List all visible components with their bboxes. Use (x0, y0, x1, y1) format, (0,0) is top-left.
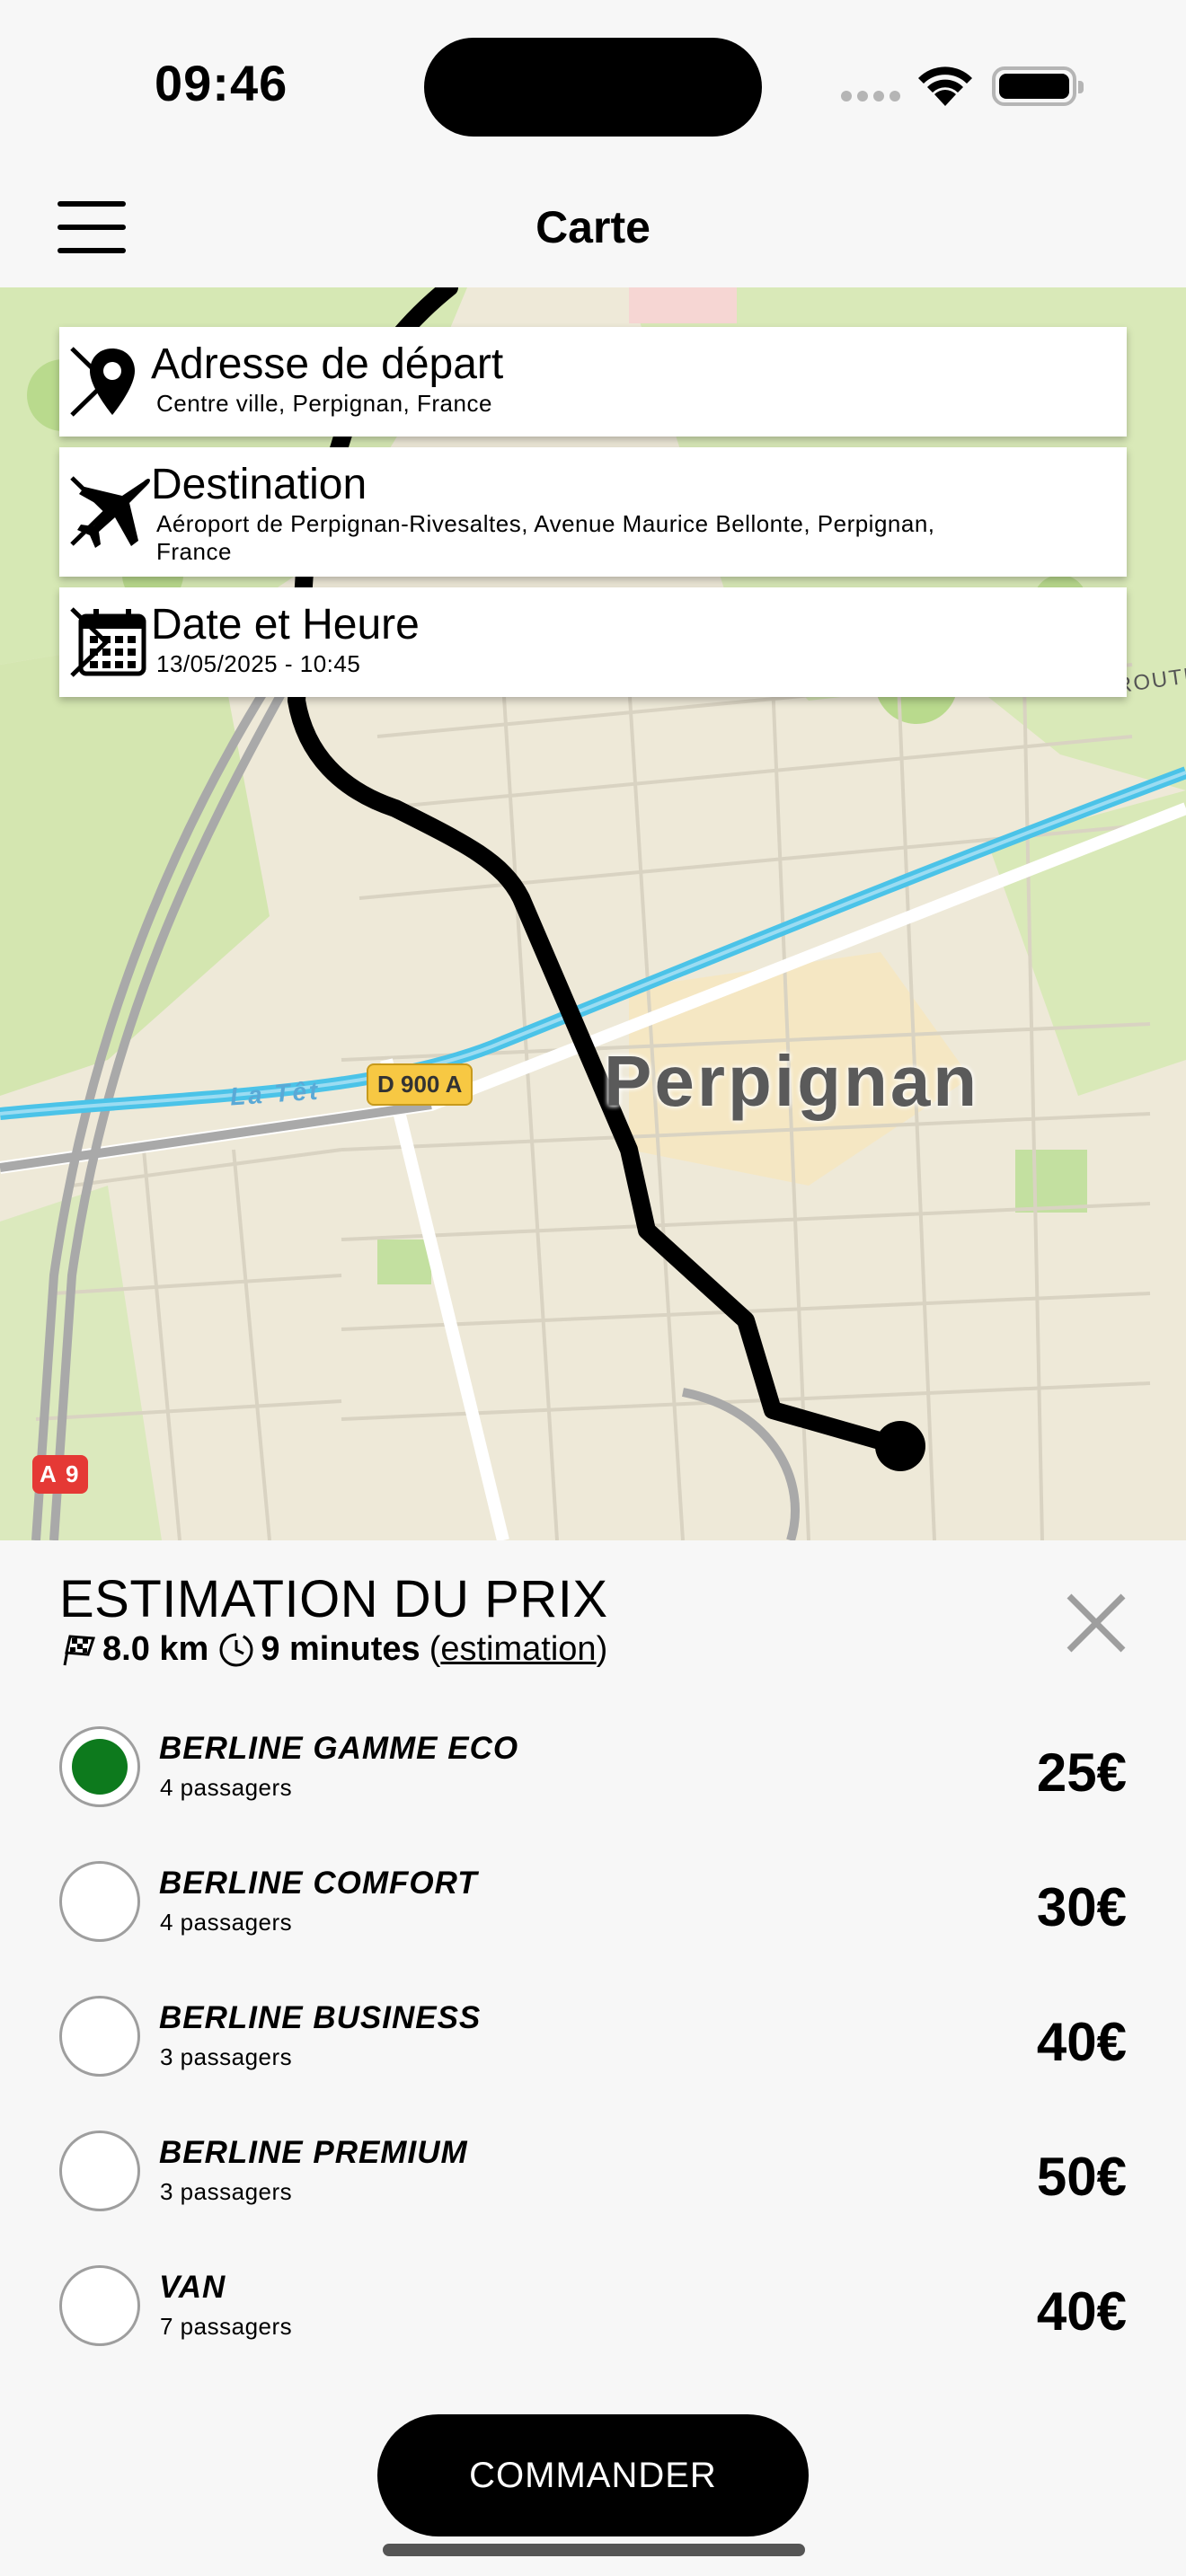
vehicle-passengers: 7 passagers (160, 2313, 293, 2340)
map-view[interactable]: Perpignan La Têt D 900 A A 9 ROUTE Adres… (0, 287, 1186, 1540)
departure-address-card[interactable]: Adresse de départ Centre ville, Perpigna… (59, 327, 1127, 437)
chevron-right-icon (70, 347, 110, 417)
trip-duration: 9 minutes (261, 1630, 420, 1668)
estimation-note: (estimation) (429, 1630, 608, 1668)
vehicle-price: 40€ (1036, 2012, 1127, 2072)
vehicle-price: 30€ (1036, 1877, 1127, 1937)
vehicle-passengers: 3 passagers (160, 2043, 293, 2070)
destination-title: Destination (151, 461, 367, 508)
dynamic-island (424, 38, 762, 137)
vehicle-radio[interactable] (59, 2130, 140, 2211)
vehicle-name: BERLINE BUSINESS (159, 2000, 482, 2035)
vehicle-radio[interactable] (59, 1996, 140, 2077)
departure-address: Centre ville, Perpignan, France (156, 390, 492, 417)
vehicle-option-premium[interactable]: BERLINE PREMIUM 3 passagers 50€ (59, 2119, 1127, 2227)
chevron-right-icon (70, 607, 110, 677)
date-time-title: Date et Heure (151, 601, 420, 648)
trip-summary: 8.0 km 9 minutes (estimation) (59, 1630, 607, 1669)
road-shield-d900a: D 900 A (367, 1063, 474, 1106)
trip-distance: 8.0 km (102, 1630, 209, 1668)
date-time-card[interactable]: Date et Heure 13/05/2025 - 10:45 (59, 587, 1127, 697)
chevron-right-icon (70, 476, 110, 546)
navigation-bar: Carte (0, 171, 1186, 287)
vehicle-passengers: 4 passagers (160, 1909, 293, 1936)
vehicle-radio[interactable] (59, 2265, 140, 2346)
vehicle-radio[interactable] (59, 1861, 140, 1942)
clock-icon (219, 1633, 253, 1666)
vehicle-name: VAN (159, 2270, 226, 2305)
destination-address: Aéroport de Perpignan-Rivesaltes, Avenue… (156, 510, 935, 565)
vehicle-name: BERLINE PREMIUM (159, 2135, 468, 2170)
vehicle-passengers: 3 passagers (160, 2178, 293, 2205)
date-time-value: 13/05/2025 - 10:45 (156, 650, 361, 677)
road-shield-a9: A 9 (32, 1455, 88, 1494)
vehicle-option-van[interactable]: VAN 7 passagers 40€ (59, 2254, 1127, 2361)
home-indicator[interactable] (383, 2544, 805, 2556)
estimate-title: ESTIMATION DU PRIX (59, 1570, 608, 1628)
app-screen: 09:46 Carte Perpignan La Têt D 900 A A 9… (0, 0, 1186, 2576)
map-city-label: Perpignan (604, 1041, 980, 1121)
vehicle-price: 50€ (1036, 2147, 1127, 2207)
vehicle-price: 40€ (1036, 2281, 1127, 2342)
checkered-flag-icon (63, 1634, 96, 1665)
close-icon[interactable] (1064, 1591, 1128, 1655)
vehicle-option-business[interactable]: BERLINE BUSINESS 3 passagers 40€ (59, 1984, 1127, 2092)
status-time: 09:46 (155, 55, 288, 111)
page-title: Carte (535, 202, 651, 252)
vehicle-name: BERLINE GAMME ECO (159, 1731, 519, 1766)
vehicle-price: 25€ (1036, 1742, 1127, 1803)
departure-title: Adresse de départ (151, 340, 504, 388)
wifi-icon (918, 66, 972, 106)
vehicle-name: BERLINE COMFORT (159, 1866, 478, 1901)
status-bar: 09:46 (0, 0, 1186, 171)
vehicle-radio-selected[interactable] (59, 1726, 140, 1807)
vehicle-option-eco[interactable]: BERLINE GAMME ECO 4 passagers 25€ (59, 1715, 1127, 1822)
estimation-link[interactable]: estimation (440, 1630, 596, 1668)
order-button[interactable]: COMMANDER (377, 2414, 809, 2536)
destination-card[interactable]: Destination Aéroport de Perpignan-Rivesa… (59, 447, 1127, 577)
vehicle-passengers: 4 passagers (160, 1774, 293, 1801)
vehicle-option-comfort[interactable]: BERLINE COMFORT 4 passagers 30€ (59, 1849, 1127, 1957)
cellular-signal-icon (841, 90, 906, 106)
battery-icon (992, 66, 1084, 106)
